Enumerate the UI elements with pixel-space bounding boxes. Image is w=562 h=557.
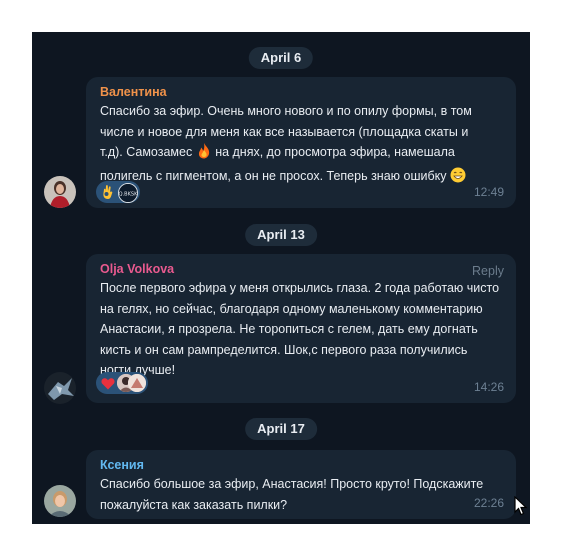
message-time: 14:26 — [473, 379, 504, 394]
message-text: После первого эфира у меня открылись гла… — [100, 281, 500, 377]
message-line: полигель с пигментом, а он не просох. Те… — [100, 166, 506, 190]
message-author[interactable]: Ксения — [100, 456, 506, 474]
reply-button[interactable]: Reply — [472, 261, 504, 282]
svg-text:Q.BKSK: Q.BKSK — [119, 192, 137, 198]
reactor-avatar-icon[interactable]: Q.BKSK — [118, 183, 138, 203]
message-author[interactable]: Olja Volkova — [100, 260, 506, 278]
reactions-bar[interactable] — [96, 372, 148, 394]
message-bubble[interactable]: Валентина Спасибо за эфир. Очень много н… — [86, 77, 516, 208]
ok-hand-emoji-icon[interactable] — [101, 184, 115, 207]
avatar-valentina[interactable] — [44, 176, 76, 208]
message-author[interactable]: Валентина — [100, 83, 506, 101]
heart-emoji-icon[interactable] — [101, 376, 115, 397]
date-separator: April 17 — [245, 418, 317, 440]
message-line: Спасибо за эфир. Очень много нового и по… — [100, 104, 472, 118]
chat-history[interactable]: April 6 Валентина Спасибо за эфир. Очень… — [32, 32, 530, 524]
date-separator: April 13 — [245, 224, 317, 246]
mouse-cursor-icon — [514, 495, 528, 521]
grinning-emoji-icon — [450, 167, 466, 190]
avatar-olja-volkova[interactable] — [44, 372, 76, 404]
message-line: числе и новое для меня как все называетс… — [100, 124, 469, 139]
fire-emoji-icon — [196, 142, 212, 166]
date-separator: April 6 — [248, 47, 314, 69]
message-bubble[interactable]: Olja Volkova Reply После первого эфира у… — [86, 254, 516, 403]
message-time: 22:26 — [473, 495, 504, 510]
message-text: Спасибо за эфир. Очень много нового и по… — [100, 101, 506, 189]
reactor-avatar-2-icon[interactable] — [128, 374, 146, 392]
message-text: Спасибо большое за эфир, Анастасия! Прос… — [100, 477, 484, 512]
avatar-kseniya[interactable] — [44, 485, 76, 517]
message-bubble[interactable]: Ксения Спасибо большое за эфир, Анастаси… — [86, 450, 516, 519]
message-time: 12:49 — [473, 184, 504, 199]
reactions-bar[interactable]: Q.BKSK — [96, 181, 140, 203]
message-line: т.д). Самозамес на днях, до просмотра эф… — [100, 142, 506, 166]
